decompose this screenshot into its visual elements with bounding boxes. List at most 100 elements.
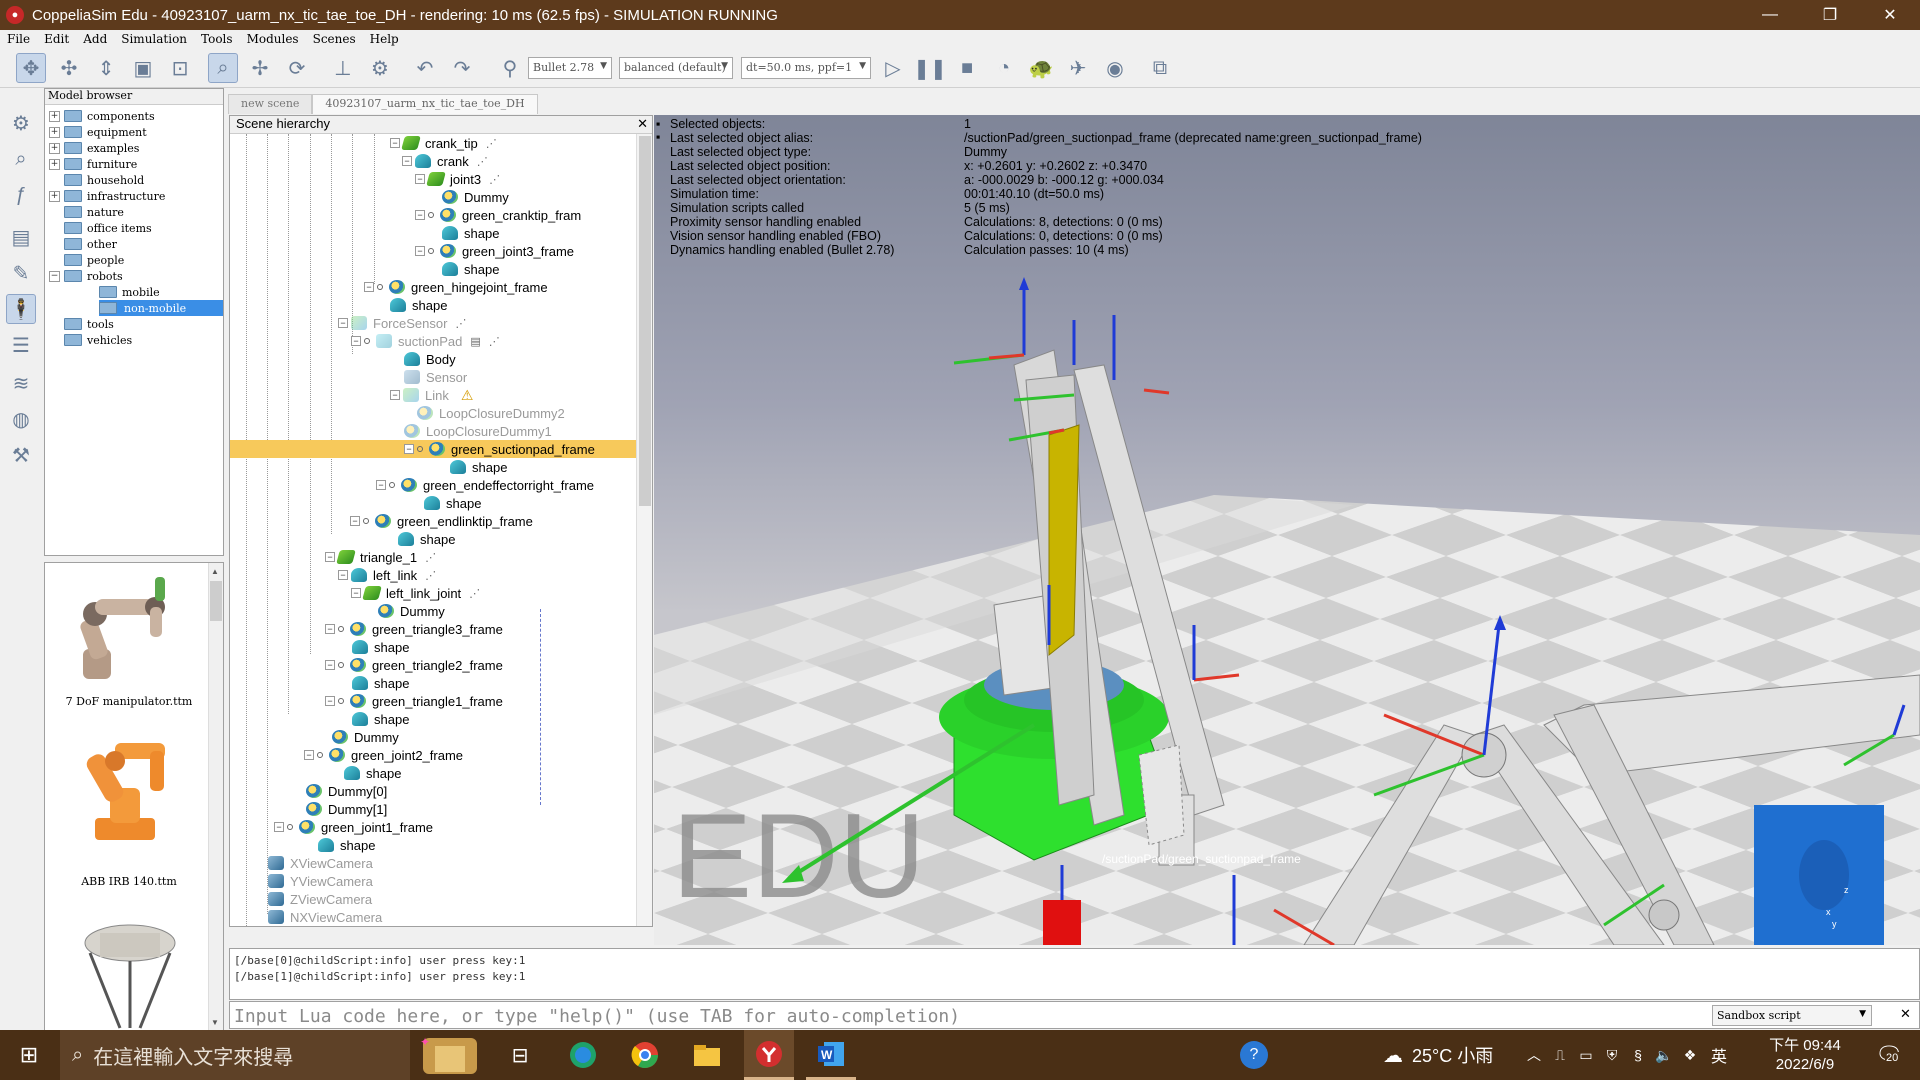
edge-browser-icon[interactable] — [558, 1030, 608, 1080]
camera-angle-icon[interactable]: ▣ — [128, 53, 158, 83]
coppeliasim-taskbar-icon[interactable] — [744, 1030, 794, 1080]
tree-item[interactable]: Dummy — [378, 602, 445, 620]
start-simulation-icon[interactable]: ▷ — [878, 53, 908, 83]
tree-item-selected[interactable]: − green_suctionpad_frame — [230, 440, 636, 458]
folder-non-mobile[interactable]: non-mobile — [99, 300, 223, 316]
thumbnails-scrollbar[interactable]: ▲ ▼ — [208, 563, 223, 1031]
menu-file[interactable]: File — [0, 32, 37, 46]
folder-office-items[interactable]: office items — [64, 220, 152, 236]
tree-item[interactable]: shape — [450, 458, 507, 476]
script-icon[interactable]: ⋰ — [477, 155, 488, 168]
scripts-icon[interactable]: ✎ — [6, 258, 36, 288]
folder-examples[interactable]: + examples — [49, 140, 139, 156]
notification-center-icon[interactable]: 🗨20 — [1868, 1030, 1910, 1080]
layers-icon[interactable]: ≋ — [6, 368, 36, 398]
task-view-icon[interactable]: ⊟ — [500, 1030, 540, 1080]
folder-tools[interactable]: tools — [64, 316, 114, 332]
assemble-icon[interactable]: ⊥ — [328, 53, 358, 83]
search-highlight-icon[interactable]: ✦ — [410, 1030, 490, 1080]
tree-item[interactable]: − triangle_1 ⋰ — [325, 548, 436, 566]
tree-item[interactable]: YViewCamera — [268, 872, 373, 890]
tree-item[interactable]: shape — [424, 494, 481, 512]
click-selection-icon[interactable]: ⌕ — [208, 53, 238, 83]
tree-item[interactable]: shape — [398, 530, 455, 548]
folder-furniture[interactable]: + furniture — [49, 156, 137, 172]
folder-robots[interactable]: − robots — [49, 268, 123, 284]
folder-people[interactable]: people — [64, 252, 124, 268]
fit-to-view-icon[interactable]: ⊡ — [165, 53, 195, 83]
folder-nature[interactable]: nature — [64, 204, 124, 220]
script-icon[interactable]: ⋰ — [489, 335, 500, 348]
tab-new-scene[interactable]: new scene — [228, 94, 313, 114]
battery-icon[interactable]: ▭ — [1574, 1030, 1598, 1080]
folder-other[interactable]: other — [64, 236, 117, 252]
timestep-select[interactable]: dt=50.0 ms, ppf=1 ▼ — [741, 57, 871, 79]
tree-item[interactable]: Body — [404, 350, 456, 368]
menu-simulation[interactable]: Simulation — [114, 32, 194, 46]
folder-household[interactable]: household — [64, 172, 144, 188]
tree-item[interactable]: − green_triangle3_frame — [325, 620, 503, 638]
tree-item[interactable]: − left_link_joint ⋰ — [351, 584, 480, 602]
simulation-settings-icon[interactable]: ⚙ — [6, 108, 36, 138]
tree-item[interactable]: − green_joint2_frame — [304, 746, 463, 764]
tree-item[interactable]: − green_triangle2_frame — [325, 656, 503, 674]
tree-item[interactable]: Dummy[0] — [306, 782, 387, 800]
tree-item[interactable]: Dummy[1] — [306, 800, 387, 818]
tree-item[interactable]: LoopClosureDummy2 — [417, 404, 565, 422]
tree-item[interactable]: − suctionPad ▤ ⋰ — [351, 332, 500, 350]
undo-icon[interactable]: ↶ — [410, 53, 440, 83]
folder-equipment[interactable]: + equipment — [49, 124, 147, 140]
weather-text[interactable]: 25°C 小雨 — [1412, 1030, 1512, 1080]
lua-input[interactable]: Input Lua code here, or type "help()" (u… — [234, 1006, 960, 1027]
script-icon[interactable]: ⋰ — [489, 173, 500, 186]
pause-simulation-icon[interactable]: ❚❚ — [913, 53, 947, 83]
tree-item[interactable]: Dummy — [442, 188, 509, 206]
tree-item[interactable]: shape — [352, 710, 409, 728]
speed-up-icon[interactable]: ✈ — [1063, 53, 1093, 83]
word-icon[interactable]: W — [806, 1030, 856, 1080]
folder-vehicles[interactable]: vehicles — [64, 332, 132, 348]
scene-hierarchy-icon[interactable]: ☰ — [6, 330, 36, 360]
tree-item[interactable]: − green_cranktip_fram — [415, 206, 581, 224]
folder-infrastructure[interactable]: + infrastructure — [49, 188, 165, 204]
camera-rotate-icon[interactable]: ✣ — [54, 53, 84, 83]
minimize-button[interactable]: — — [1740, 0, 1800, 30]
tree-item[interactable]: − green_endlinktip_frame — [350, 512, 533, 530]
tree-item[interactable]: − crank ⋰ — [402, 152, 488, 170]
tree-item[interactable]: − Link ⚠ — [390, 386, 473, 404]
clock-time[interactable]: 下午 09:44 — [1760, 1034, 1850, 1055]
object-rotate-icon[interactable]: ⟳ — [282, 53, 312, 83]
close-hierarchy-button[interactable]: ✕ — [637, 116, 648, 132]
model-browser-icon[interactable]: 🕴 — [6, 294, 36, 324]
redo-icon[interactable]: ↷ — [447, 53, 477, 83]
tree-item[interactable]: LoopClosureDummy1 — [404, 422, 552, 440]
abb-irb140-thumbnail[interactable] — [55, 733, 205, 853]
status-console[interactable]: [/base[0]@childScript:info] user press k… — [229, 948, 1920, 1000]
slow-down-icon[interactable]: 🐢 — [1026, 53, 1056, 83]
script-icon[interactable]: ▤ — [470, 335, 480, 348]
tree-item[interactable]: shape — [318, 836, 375, 854]
folder-components[interactable]: + components — [49, 108, 155, 124]
7dof-manipulator-thumbnail[interactable] — [55, 569, 205, 689]
script-icon[interactable]: ⋰ — [425, 551, 436, 564]
tree-item[interactable]: shape — [352, 674, 409, 692]
menu-modules[interactable]: Modules — [240, 32, 306, 46]
tab-current-scene[interactable]: 40923107_uarm_nx_tic_tae_toe_DH — [312, 94, 538, 114]
menu-tools[interactable]: Tools — [194, 32, 240, 46]
calculation-modules-icon[interactable]: ƒ — [6, 180, 36, 210]
selection-icon[interactable]: ⌕ — [6, 144, 36, 174]
tree-item[interactable]: − crank_tip ⋰ — [390, 134, 497, 152]
delta-robot-thumbnail[interactable] — [65, 913, 195, 1032]
object-shift-icon[interactable]: ✢ — [245, 53, 275, 83]
tree-item[interactable]: shape — [442, 260, 499, 278]
script-icon[interactable]: ⋰ — [486, 137, 497, 150]
tree-item[interactable]: shape — [344, 764, 401, 782]
tree-item[interactable]: Dummy — [332, 728, 399, 746]
tree-item[interactable]: − green_joint3_frame — [415, 242, 574, 260]
menu-scenes[interactable]: Scenes — [306, 32, 363, 46]
app-tray-icon[interactable]: § — [1626, 1030, 1650, 1080]
volume-icon[interactable]: 🔈 — [1652, 1030, 1676, 1080]
realtime-mode-icon[interactable]: ◔ — [989, 53, 1019, 83]
chrome-browser-icon[interactable] — [620, 1030, 670, 1080]
tree-item[interactable]: shape — [390, 296, 447, 314]
